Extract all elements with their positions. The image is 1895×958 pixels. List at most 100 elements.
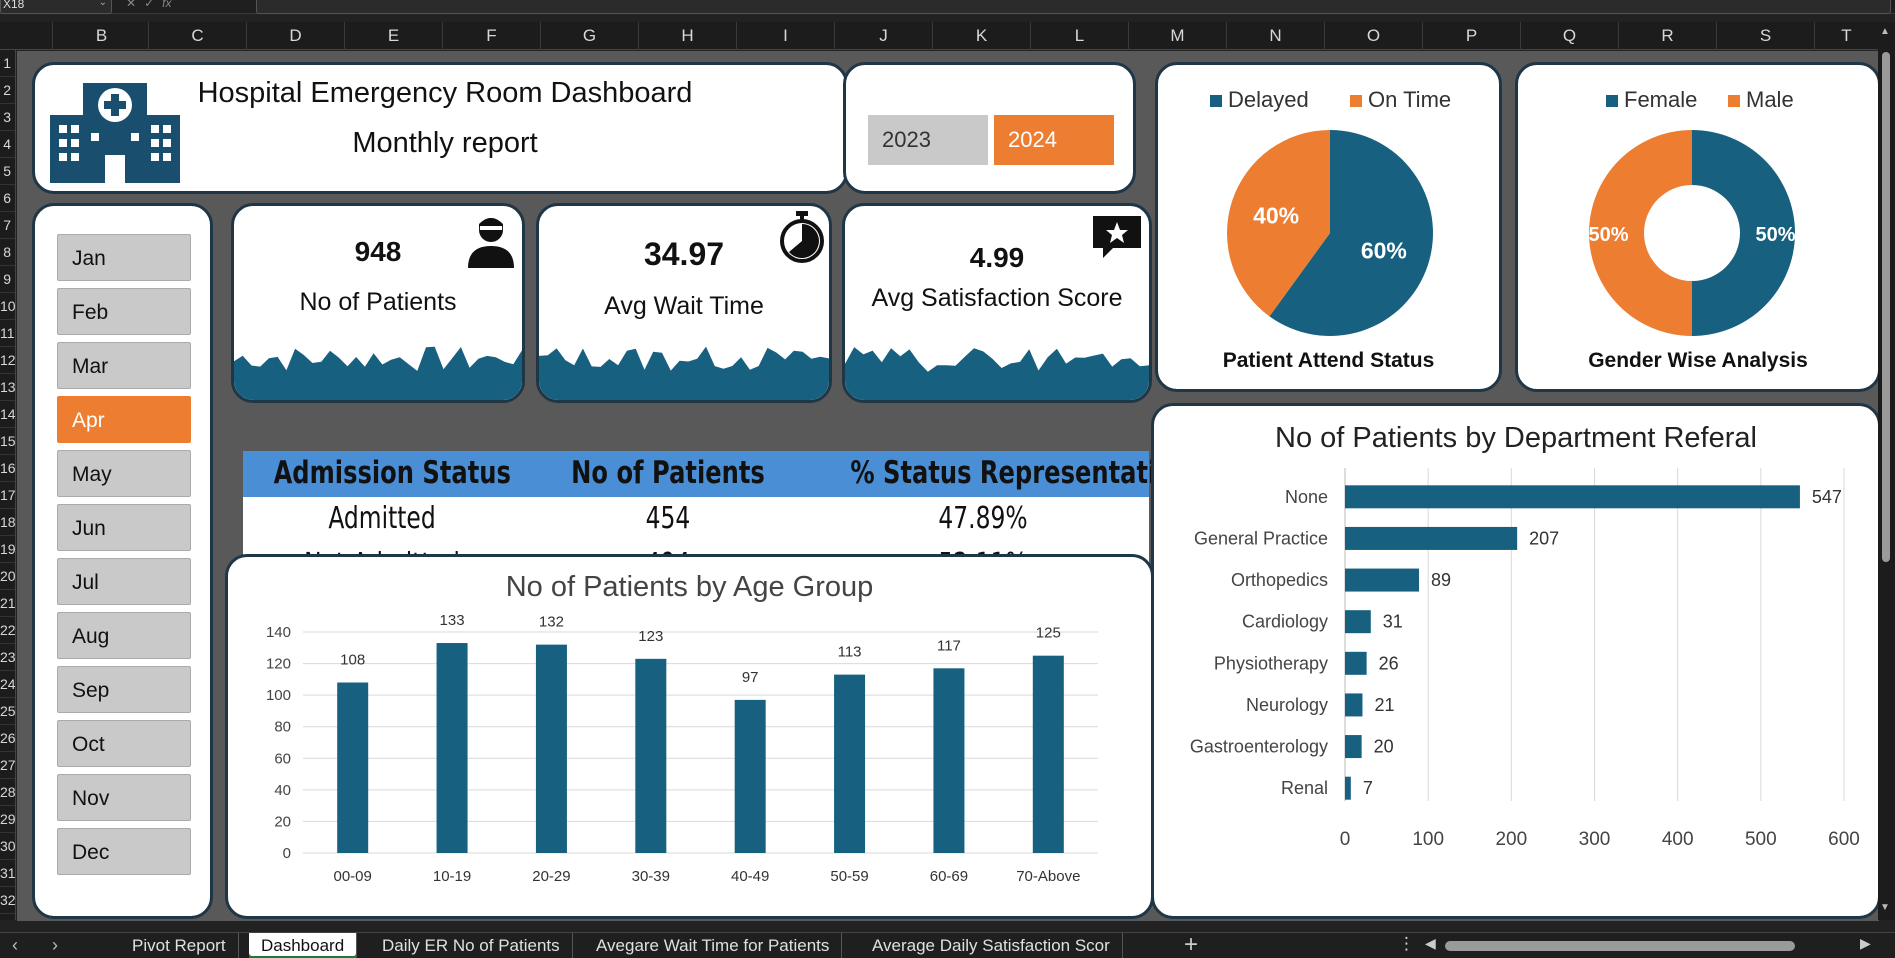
- row-header[interactable]: 21: [0, 590, 15, 617]
- column-header[interactable]: D: [246, 22, 344, 50]
- column-header[interactable]: S: [1716, 22, 1814, 50]
- column-header[interactable]: E: [344, 22, 442, 50]
- row-header[interactable]: 26: [0, 725, 15, 752]
- row-header[interactable]: 8: [0, 239, 15, 266]
- month-button-feb[interactable]: Feb: [57, 288, 191, 335]
- row-header[interactable]: 27: [0, 752, 15, 779]
- sparkline-area: [539, 346, 829, 400]
- row-header[interactable]: 17: [0, 482, 15, 509]
- row-header[interactable]: 7: [0, 212, 15, 239]
- row-header[interactable]: 20: [0, 563, 15, 590]
- y-tick-label: Renal: [1281, 778, 1328, 798]
- row-header[interactable]: 18: [0, 509, 15, 536]
- tab-daily-er-patients[interactable]: Daily ER No of Patients: [370, 933, 573, 958]
- column-header[interactable]: I: [736, 22, 834, 50]
- scroll-right-icon[interactable]: ▶: [1860, 935, 1871, 952]
- vertical-scrollbar[interactable]: ▲ ▼: [1878, 22, 1895, 920]
- column-header[interactable]: R: [1618, 22, 1716, 50]
- column-header[interactable]: M: [1128, 22, 1226, 50]
- kpi-patients-label: No of Patients: [299, 288, 457, 316]
- bar-data-label: 132: [539, 614, 564, 631]
- month-button-jan[interactable]: Jan: [57, 234, 191, 281]
- x-tick-label: 50-59: [830, 868, 868, 885]
- sparkline-area: [845, 347, 1149, 400]
- column-header[interactable]: P: [1422, 22, 1520, 50]
- row-header[interactable]: 25: [0, 698, 15, 725]
- row-header[interactable]: 23: [0, 644, 15, 671]
- row-header[interactable]: 28: [0, 779, 15, 806]
- name-box[interactable]: X18 ⌄: [0, 0, 112, 14]
- month-button-mar[interactable]: Mar: [57, 342, 191, 389]
- cancel-icon[interactable]: ✕: [126, 0, 136, 10]
- column-header[interactable]: O: [1324, 22, 1422, 50]
- year-button-2024[interactable]: 2024: [994, 115, 1114, 165]
- tab-avg-satisfaction[interactable]: Average Daily Satisfaction Scor: [860, 933, 1123, 958]
- month-button-oct[interactable]: Oct: [57, 720, 191, 767]
- column-header[interactable]: G: [540, 22, 638, 50]
- column-header[interactable]: Q: [1520, 22, 1618, 50]
- month-button-jul[interactable]: Jul: [57, 558, 191, 605]
- row-header[interactable]: 32: [0, 887, 15, 914]
- column-header[interactable]: H: [638, 22, 736, 50]
- y-tick-label: General Practice: [1194, 528, 1328, 548]
- fx-icon[interactable]: fx: [162, 0, 171, 10]
- horizontal-scroll-thumb[interactable]: [1445, 941, 1795, 951]
- vertical-scroll-thumb[interactable]: [1882, 52, 1890, 562]
- scroll-up-icon[interactable]: ▲: [1880, 26, 1890, 37]
- column-header[interactable]: T: [1814, 22, 1878, 50]
- row-header[interactable]: 30: [0, 833, 15, 860]
- month-button-sep[interactable]: Sep: [57, 666, 191, 713]
- row-header[interactable]: 2: [0, 77, 15, 104]
- row-header[interactable]: 13: [0, 374, 15, 401]
- row-header[interactable]: 16: [0, 455, 15, 482]
- pie-data-label: 60%: [1361, 238, 1407, 264]
- column-header[interactable]: F: [442, 22, 540, 50]
- column-header[interactable]: L: [1030, 22, 1128, 50]
- column-header[interactable]: K: [932, 22, 1030, 50]
- row-header[interactable]: 4: [0, 131, 15, 158]
- more-options-icon[interactable]: ⋮: [1398, 934, 1415, 954]
- row-header[interactable]: 29: [0, 806, 15, 833]
- tab-avg-wait-time[interactable]: Avegare Wait Time for Patients: [584, 933, 843, 958]
- row-header[interactable]: 6: [0, 185, 15, 212]
- prev-sheet-icon[interactable]: ‹: [12, 935, 18, 956]
- row-header[interactable]: 11: [0, 320, 15, 347]
- year-button-2023[interactable]: 2023: [868, 115, 988, 165]
- check-icon[interactable]: ✓: [144, 0, 154, 10]
- row-header[interactable]: 9: [0, 266, 15, 293]
- row-header[interactable]: 1: [0, 50, 15, 77]
- tab-dashboard[interactable]: Dashboard: [249, 933, 358, 958]
- row-header[interactable]: 14: [0, 401, 15, 428]
- row-header[interactable]: 24: [0, 671, 15, 698]
- month-button-nov[interactable]: Nov: [57, 774, 191, 821]
- tab-pivot-report[interactable]: Pivot Report: [120, 933, 239, 958]
- department-bar: [1345, 735, 1362, 759]
- month-button-jun[interactable]: Jun: [57, 504, 191, 551]
- row-header[interactable]: 10: [0, 293, 15, 320]
- row-header[interactable]: 19: [0, 536, 15, 563]
- formula-input[interactable]: [256, 0, 1891, 14]
- row-header[interactable]: 31: [0, 860, 15, 887]
- month-button-aug[interactable]: Aug: [57, 612, 191, 659]
- month-button-dec[interactable]: Dec: [57, 828, 191, 875]
- sheet-tabs-bar: ‹ › Pivot Report Dashboard Daily ER No o…: [0, 931, 1895, 958]
- department-bar-chart: 0 100 200 300 400 500 600547None207General Pra…: [1190, 468, 1860, 850]
- column-header[interactable]: J: [834, 22, 932, 50]
- month-button-may[interactable]: May: [57, 450, 191, 497]
- row-header[interactable]: 15: [0, 428, 15, 455]
- scroll-left-icon[interactable]: ◀: [1425, 935, 1436, 952]
- row-header[interactable]: 3: [0, 104, 15, 131]
- pie-data-label: 50%: [1755, 224, 1795, 246]
- column-header[interactable]: C: [148, 22, 246, 50]
- month-button-apr[interactable]: Apr: [57, 396, 191, 443]
- next-sheet-icon[interactable]: ›: [52, 935, 58, 956]
- scroll-down-icon[interactable]: ▼: [1880, 902, 1890, 913]
- chevron-down-icon[interactable]: ⌄: [99, 0, 107, 8]
- add-sheet-icon[interactable]: +: [1184, 931, 1198, 958]
- row-header[interactable]: 5: [0, 158, 15, 185]
- row-header[interactable]: 12: [0, 347, 15, 374]
- x-tick-label: 200: [1495, 829, 1527, 850]
- column-header[interactable]: B: [52, 22, 150, 50]
- column-header[interactable]: N: [1226, 22, 1324, 50]
- row-header[interactable]: 22: [0, 617, 15, 644]
